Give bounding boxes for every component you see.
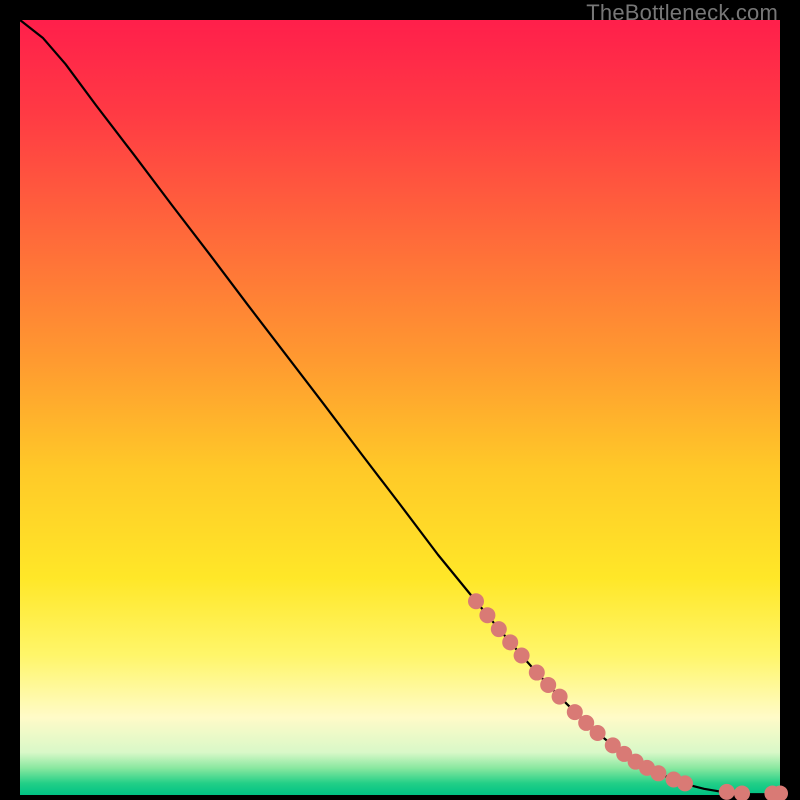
data-marker xyxy=(540,677,556,693)
data-marker xyxy=(479,607,495,623)
data-marker xyxy=(719,784,735,800)
data-marker xyxy=(529,665,545,681)
data-marker xyxy=(502,634,518,650)
data-marker xyxy=(590,725,606,741)
data-marker xyxy=(491,621,507,637)
data-marker xyxy=(468,593,484,609)
data-marker xyxy=(650,765,666,781)
data-marker xyxy=(552,689,568,705)
data-marker xyxy=(514,648,530,664)
gradient-background xyxy=(20,20,780,795)
data-marker xyxy=(677,775,693,791)
bottleneck-chart xyxy=(20,20,780,795)
